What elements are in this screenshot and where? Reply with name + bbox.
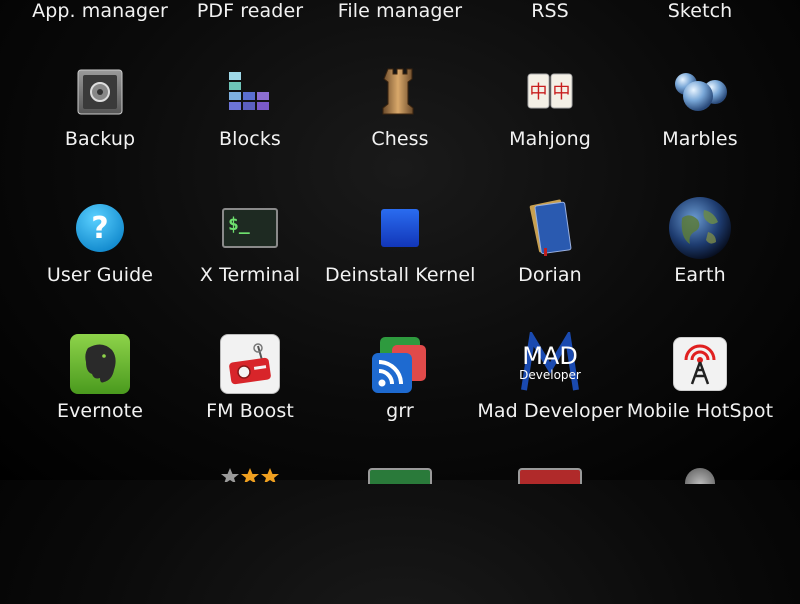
svg-text:中: 中	[553, 82, 571, 103]
svg-text:?: ?	[91, 211, 108, 246]
app-tile-partial[interactable]	[175, 468, 325, 604]
star-rating-icon	[218, 468, 282, 532]
app-tile-earth[interactable]: Earth	[625, 196, 775, 332]
app-tile-grr[interactable]: grr	[325, 332, 475, 468]
app-label: grr	[386, 400, 414, 422]
app-tile-partial[interactable]	[325, 468, 475, 604]
app-tile-evernote[interactable]: Evernote	[25, 332, 175, 468]
red-window-icon	[518, 468, 582, 532]
app-row: Evernote FM Boost grr MAD Developer Mad …	[0, 332, 800, 468]
app-label: Mad Developer	[477, 400, 623, 422]
app-tile-partial[interactable]	[475, 468, 625, 604]
app-row: ? User Guide $_ X Terminal Deinstall Ker…	[0, 196, 800, 332]
blocks-icon	[218, 60, 282, 124]
terminal-icon: $_	[218, 196, 282, 260]
mad-developer-icon: MAD Developer	[518, 332, 582, 396]
app-row: App. manager PDF reader File manager RSS…	[0, 0, 800, 68]
mad-subtitle: Developer	[519, 368, 581, 382]
terminal-prompt: $_	[228, 214, 250, 235]
blue-square-icon	[368, 196, 432, 260]
app-label: Deinstall Kernel-	[325, 264, 475, 286]
app-tile-mad-developer[interactable]: MAD Developer Mad Developer	[475, 332, 625, 468]
app-tile-dorian[interactable]: Dorian	[475, 196, 625, 332]
app-tile-user-guide[interactable]: ? User Guide	[25, 196, 175, 332]
app-tile-file-manager[interactable]: File manager	[325, 0, 475, 68]
app-tile-backup[interactable]: Backup	[25, 60, 175, 196]
app-tile-partial[interactable]	[625, 468, 775, 604]
app-label: Backup	[64, 128, 136, 150]
app-tile-mahjong[interactable]: 中 中 Mahjong	[475, 60, 625, 196]
mad-title: MAD	[522, 342, 578, 370]
mahjong-tiles-icon: 中 中	[518, 60, 582, 124]
app-label: X Terminal	[199, 264, 301, 286]
app-row: Backup Blocks Chess 中 中 Mahjong Marbles	[0, 60, 800, 196]
app-tile-fm-boost[interactable]: FM Boost	[175, 332, 325, 468]
app-tile-sketch[interactable]: Sketch	[625, 0, 775, 68]
round-icon	[668, 468, 732, 532]
marbles-icon	[668, 60, 732, 124]
book-icon	[518, 196, 582, 260]
app-tile-rss[interactable]: RSS	[475, 0, 625, 68]
green-window-icon	[368, 468, 432, 532]
app-label: Mahjong	[509, 128, 591, 150]
app-label: Evernote	[56, 400, 144, 422]
chess-rook-icon	[368, 60, 432, 124]
app-tile-blocks[interactable]: Blocks	[175, 60, 325, 196]
elephant-icon	[68, 332, 132, 396]
app-tile-mobile-hotspot[interactable]: Mobile HotSpot	[625, 332, 775, 468]
app-tile-marbles[interactable]: Marbles	[625, 60, 775, 196]
svg-text:中: 中	[530, 82, 548, 103]
app-tile-app-manager[interactable]: App. manager	[25, 0, 175, 68]
safe-icon	[68, 60, 132, 124]
app-label: Blocks	[219, 128, 281, 150]
app-label: Earth	[674, 264, 726, 286]
globe-icon	[668, 196, 732, 260]
app-tile-chess[interactable]: Chess	[325, 60, 475, 196]
app-label: Dorian	[518, 264, 582, 286]
app-label: PDF reader	[196, 0, 304, 22]
app-label: Marbles	[662, 128, 738, 150]
hotspot-tower-icon	[668, 332, 732, 396]
app-tile-deinstall-kernel[interactable]: Deinstall Kernel-	[325, 196, 475, 332]
rss-reader-icon	[368, 332, 432, 396]
app-label: File manager	[337, 0, 463, 22]
radio-icon	[218, 332, 282, 396]
app-tile-pdf-reader[interactable]: PDF reader	[175, 0, 325, 68]
app-label: Sketch	[667, 0, 733, 22]
app-label: FM Boost	[206, 400, 294, 422]
app-label: App. manager	[32, 0, 168, 22]
app-row-partial	[0, 468, 800, 604]
app-label: Chess	[371, 128, 429, 150]
app-label: Mobile HotSpot	[626, 400, 774, 422]
app-label: RSS	[531, 0, 569, 22]
app-label: User Guide	[46, 264, 154, 286]
help-question-icon: ?	[68, 196, 132, 260]
app-tile-x-terminal[interactable]: $_ X Terminal	[175, 196, 325, 332]
app-grid: App. manager PDF reader File manager RSS…	[0, 0, 800, 484]
